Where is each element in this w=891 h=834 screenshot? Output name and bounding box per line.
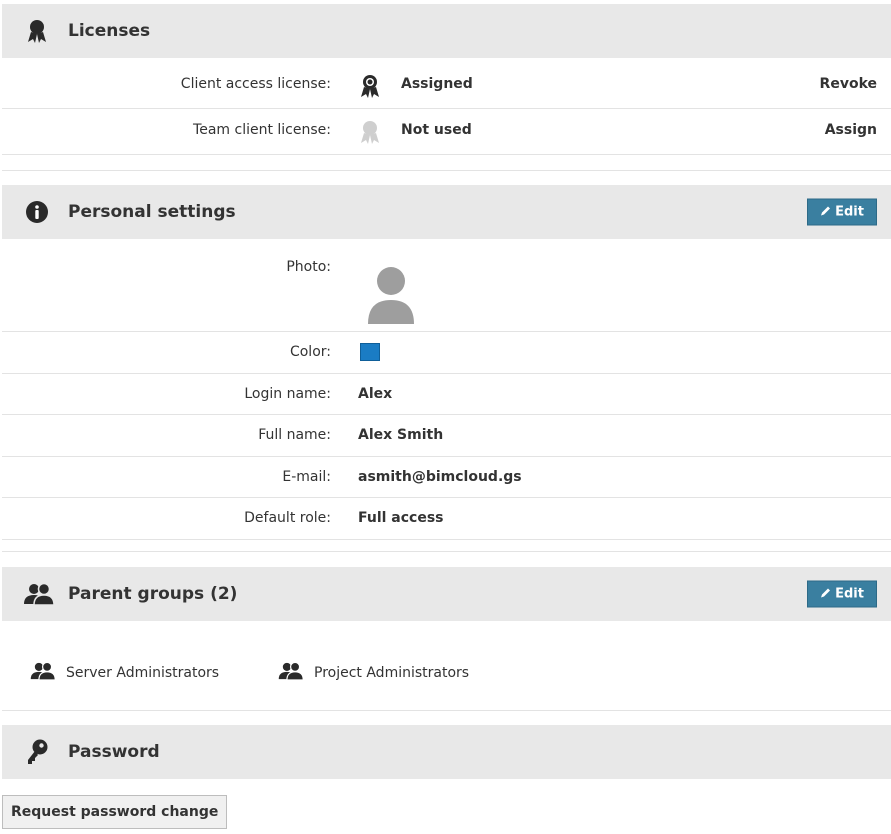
groups-edit-button[interactable]: Edit [807, 580, 877, 608]
revoke-license-link[interactable]: Revoke [820, 76, 877, 92]
email-label: E-mail: [282, 469, 331, 485]
pencil-icon [820, 204, 832, 220]
email-row: E-mail: asmith@bimcloud.gs [2, 457, 891, 498]
personal-edit-button[interactable]: Edit [807, 198, 877, 226]
users-icon [24, 581, 54, 607]
divider [2, 551, 891, 552]
role-value: Full access [358, 510, 444, 526]
license-row-team-client: Team client license: Not used Assign [2, 109, 891, 155]
award-ribbon-icon [360, 74, 380, 102]
award-ribbon-icon [24, 18, 50, 44]
avatar [364, 264, 418, 328]
group-item-server-administrators[interactable]: Server Administrators [30, 661, 220, 684]
licenses-header: Licenses [2, 4, 891, 58]
license-status: Assigned [401, 76, 473, 92]
edit-label: Edit [835, 586, 864, 602]
password-title: Password [68, 742, 160, 762]
license-label: Client access license: [180, 76, 331, 92]
login-label: Login name: [244, 386, 331, 402]
personal-settings-title: Personal settings [68, 202, 236, 222]
color-label: Color: [289, 344, 331, 360]
users-icon [30, 661, 56, 684]
login-value: Alex [358, 386, 393, 402]
key-icon [24, 739, 50, 765]
divider [2, 170, 891, 171]
color-row: Color: [2, 332, 891, 374]
group-name: Server Administrators [66, 665, 220, 681]
personal-settings-header: Personal settings Edit [2, 185, 891, 239]
parent-groups-header: Parent groups (2) Edit [2, 567, 891, 621]
fullname-row: Full name: Alex Smith [2, 415, 891, 457]
pencil-icon [820, 586, 832, 602]
users-icon [278, 661, 304, 684]
photo-row: Photo: [2, 248, 891, 332]
group-name: Project Administrators [314, 665, 470, 681]
award-ribbon-icon [360, 120, 380, 148]
group-item-project-administrators[interactable]: Project Administrators [278, 661, 470, 684]
info-icon [24, 199, 50, 225]
role-row: Default role: Full access [2, 498, 891, 540]
licenses-title: Licenses [68, 21, 151, 41]
fullname-value: Alex Smith [358, 427, 444, 443]
parent-groups-list: Server Administrators Project Administra… [2, 650, 891, 711]
email-value: asmith@bimcloud.gs [358, 469, 522, 485]
fullname-label: Full name: [258, 427, 331, 443]
license-label: Team client license: [193, 122, 331, 138]
assign-license-link[interactable]: Assign [825, 122, 877, 138]
role-label: Default role: [244, 510, 331, 526]
request-password-change-button[interactable]: Request password change [2, 795, 228, 829]
license-status: Not used [401, 122, 472, 138]
color-swatch [360, 343, 380, 361]
license-row-client-access: Client access license: Assigned Revoke [2, 62, 891, 109]
photo-label: Photo: [286, 259, 331, 275]
edit-label: Edit [835, 204, 864, 220]
parent-groups-title: Parent groups (2) [68, 584, 238, 604]
login-row: Login name: Alex [2, 374, 891, 415]
password-header: Password [2, 725, 891, 779]
